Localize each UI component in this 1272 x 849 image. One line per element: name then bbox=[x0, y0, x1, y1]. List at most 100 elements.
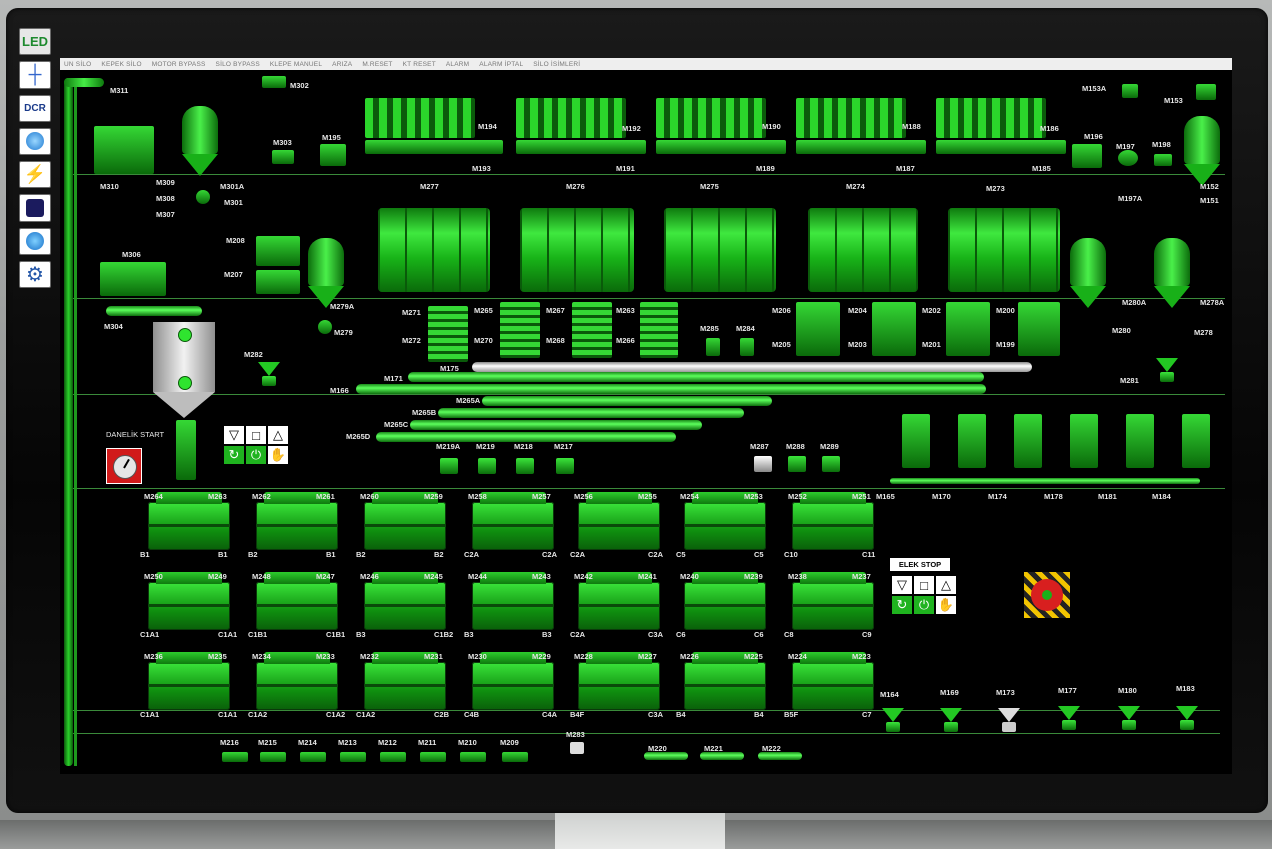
motor-unit[interactable] bbox=[440, 458, 458, 474]
roller-mill[interactable] bbox=[684, 652, 766, 710]
up-triangle-icon[interactable]: △ bbox=[936, 576, 956, 594]
filter-bank[interactable] bbox=[796, 98, 906, 138]
feeder[interactable] bbox=[1156, 358, 1178, 384]
screw-conveyor[interactable] bbox=[356, 384, 986, 394]
cleaning-machine[interactable] bbox=[94, 126, 154, 174]
feeder[interactable] bbox=[258, 362, 280, 388]
bran-finisher[interactable] bbox=[796, 302, 840, 356]
motor-unit[interactable] bbox=[260, 752, 286, 762]
motor-unit[interactable] bbox=[380, 752, 406, 762]
filter-conveyor[interactable] bbox=[365, 140, 503, 154]
menu-item[interactable]: KEPEK SİLO bbox=[101, 61, 141, 68]
danelik-start-button[interactable] bbox=[106, 448, 142, 484]
bran-finisher[interactable] bbox=[946, 302, 990, 356]
motor-unit[interactable] bbox=[300, 752, 326, 762]
stop-square-icon[interactable]: □ bbox=[914, 576, 934, 594]
roller-mill[interactable] bbox=[364, 572, 446, 630]
packer-unit[interactable] bbox=[958, 414, 986, 468]
motor-unit[interactable] bbox=[478, 458, 496, 474]
packer-unit[interactable] bbox=[1126, 414, 1154, 468]
roller-mill[interactable] bbox=[578, 492, 660, 550]
menu-item[interactable]: MOTOR BYPASS bbox=[152, 61, 206, 68]
packer-unit[interactable] bbox=[1014, 414, 1042, 468]
reset-icon[interactable]: ↻ bbox=[892, 596, 912, 614]
purifier[interactable] bbox=[640, 302, 678, 358]
roller-mill[interactable] bbox=[792, 652, 874, 710]
menu-item[interactable]: ARIZA bbox=[332, 61, 352, 68]
motor-unit[interactable] bbox=[1122, 84, 1138, 98]
bran-finisher[interactable] bbox=[1018, 302, 1060, 356]
fan-unit[interactable] bbox=[1118, 150, 1138, 166]
power-icon[interactable]: ⏻ bbox=[246, 446, 266, 464]
roller-mill[interactable] bbox=[684, 492, 766, 550]
roller-mill[interactable] bbox=[256, 652, 338, 710]
water-button[interactable] bbox=[19, 227, 51, 255]
hand-icon[interactable]: ✋ bbox=[268, 446, 288, 464]
packer-unit[interactable] bbox=[1182, 414, 1210, 468]
motor-unit[interactable] bbox=[822, 456, 840, 472]
feeder[interactable] bbox=[998, 708, 1020, 734]
scale-unit[interactable] bbox=[256, 236, 300, 266]
dcr-button[interactable]: DCR bbox=[19, 94, 51, 122]
menu-item[interactable]: KLEPE MANUEL bbox=[270, 61, 322, 68]
filter-conveyor[interactable] bbox=[936, 140, 1066, 154]
motor-unit[interactable] bbox=[516, 458, 534, 474]
motor-unit[interactable] bbox=[556, 458, 574, 474]
screw-conveyor[interactable] bbox=[758, 752, 802, 760]
packer-unit[interactable] bbox=[1070, 414, 1098, 468]
cyclone[interactable] bbox=[182, 106, 218, 176]
roller-mill[interactable] bbox=[792, 492, 874, 550]
screw-conveyor[interactable] bbox=[376, 432, 676, 442]
packer-unit[interactable] bbox=[902, 414, 930, 468]
panel-button[interactable] bbox=[19, 194, 51, 222]
motor-unit[interactable] bbox=[340, 752, 366, 762]
motor-unit[interactable] bbox=[222, 752, 248, 762]
motor-unit[interactable] bbox=[502, 752, 528, 762]
screw-conveyor[interactable] bbox=[410, 420, 702, 430]
down-triangle-icon[interactable]: ▽ bbox=[224, 426, 244, 444]
stop-square-icon[interactable]: □ bbox=[246, 426, 266, 444]
menu-item[interactable]: ALARM İPTAL bbox=[479, 61, 523, 68]
screw-conveyor[interactable] bbox=[408, 372, 984, 382]
roller-mill[interactable] bbox=[256, 492, 338, 550]
down-triangle-icon[interactable]: ▽ bbox=[892, 576, 912, 594]
plansifter[interactable] bbox=[948, 208, 1060, 292]
roller-mill[interactable] bbox=[578, 572, 660, 630]
feeder[interactable] bbox=[1058, 706, 1080, 732]
elevator-unit[interactable] bbox=[176, 420, 196, 480]
menu-item[interactable]: SİLO BYPASS bbox=[216, 61, 260, 68]
cyclone[interactable] bbox=[1184, 116, 1220, 186]
feeder[interactable] bbox=[1118, 706, 1140, 732]
filter-bank[interactable] bbox=[365, 98, 475, 138]
led-button[interactable]: LED bbox=[19, 28, 51, 56]
rotary-valve[interactable] bbox=[318, 320, 332, 334]
gear-button[interactable]: ⚙ bbox=[19, 260, 51, 288]
screw-conveyor[interactable] bbox=[472, 362, 1032, 372]
screw-conveyor[interactable] bbox=[700, 752, 744, 760]
screw-conveyor[interactable] bbox=[482, 396, 772, 406]
roller-mill[interactable] bbox=[472, 652, 554, 710]
emergency-stop-button[interactable] bbox=[1024, 572, 1070, 618]
tower-button[interactable]: ┼ bbox=[19, 61, 51, 89]
purifier[interactable] bbox=[500, 302, 540, 358]
filter-conveyor[interactable] bbox=[656, 140, 786, 154]
motor-unit[interactable] bbox=[320, 144, 346, 166]
motor-unit[interactable] bbox=[788, 456, 806, 472]
roller-mill[interactable] bbox=[472, 572, 554, 630]
roller-mill[interactable] bbox=[684, 572, 766, 630]
cyclone[interactable] bbox=[1154, 238, 1190, 308]
menu-item[interactable]: ALARM bbox=[446, 61, 469, 68]
motor-unit[interactable] bbox=[420, 752, 446, 762]
hand-icon[interactable]: ✋ bbox=[936, 596, 956, 614]
roller-mill[interactable] bbox=[792, 572, 874, 630]
plansifter[interactable] bbox=[520, 208, 634, 292]
filter-bank[interactable] bbox=[656, 98, 766, 138]
plansifter[interactable] bbox=[808, 208, 918, 292]
motor-unit[interactable] bbox=[1072, 144, 1102, 168]
plansifter[interactable] bbox=[664, 208, 776, 292]
feeder[interactable] bbox=[1176, 706, 1198, 732]
roller-mill[interactable] bbox=[256, 572, 338, 630]
screw-conveyor[interactable] bbox=[890, 478, 1200, 484]
bran-unit[interactable] bbox=[100, 262, 166, 296]
bran-finisher[interactable] bbox=[872, 302, 916, 356]
